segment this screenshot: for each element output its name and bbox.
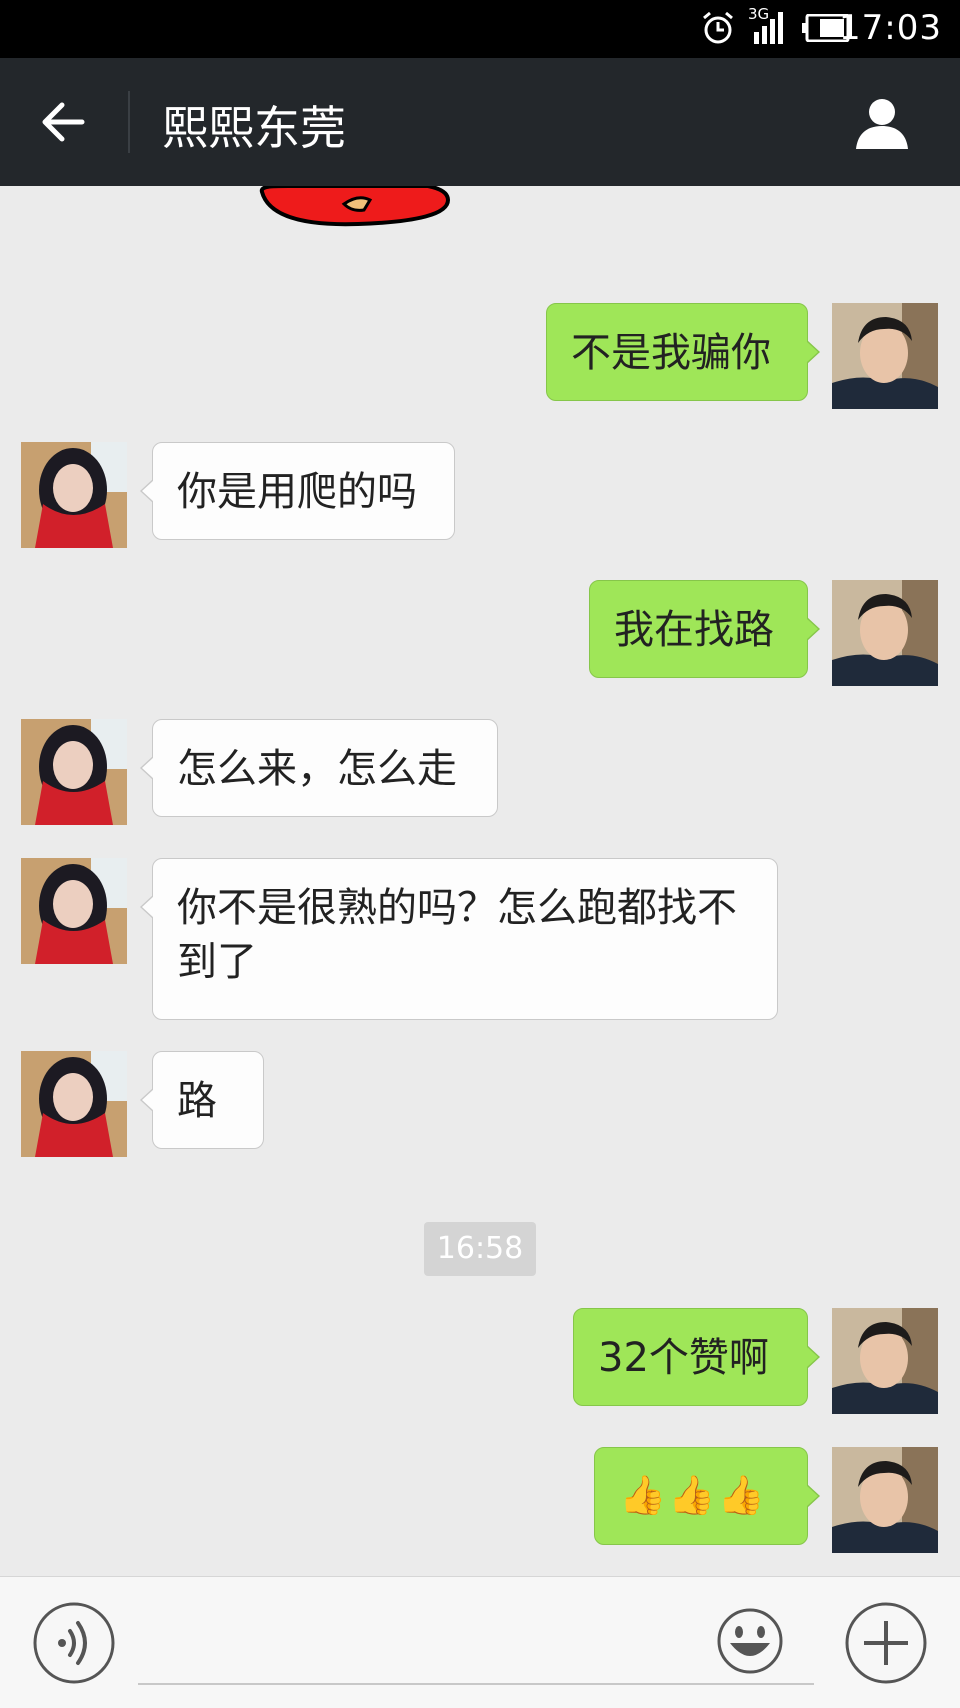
composer-bar (0, 1576, 960, 1708)
smiley-icon[interactable] (716, 1607, 784, 1675)
contact-avatar[interactable] (21, 719, 127, 825)
arrow-left-icon[interactable] (36, 95, 90, 149)
plus-icon[interactable] (844, 1601, 928, 1685)
my-avatar[interactable] (832, 303, 938, 409)
header-divider (128, 91, 130, 153)
contact-avatar[interactable] (21, 442, 127, 548)
message-list[interactable]: 不是我骗你 你是用爬的吗 我在找路 怎么来，怎么走 你不是很熟的吗？怎么跑都找不… (0, 186, 960, 1576)
input-underline (138, 1683, 814, 1685)
sticker-image (259, 186, 451, 227)
my-avatar[interactable] (832, 1447, 938, 1553)
my-avatar[interactable] (832, 1308, 938, 1414)
outgoing-message[interactable]: 不是我骗你 (546, 303, 820, 401)
incoming-message[interactable]: 路 (140, 1051, 264, 1149)
chat-header: 熙熙东莞 (0, 58, 960, 186)
contact-avatar[interactable] (21, 1051, 127, 1157)
status-time: 17:03 (839, 8, 942, 48)
incoming-message[interactable]: 怎么来，怎么走 (140, 719, 498, 817)
outgoing-message[interactable]: 32个赞啊 (573, 1308, 820, 1406)
message-input[interactable] (138, 1601, 702, 1683)
incoming-message[interactable]: 你不是很熟的吗？怎么跑都找不到了 (140, 858, 778, 1020)
person-icon[interactable] (852, 93, 912, 153)
alarm-icon (703, 11, 733, 44)
signal-icon (754, 12, 783, 44)
voice-icon[interactable] (32, 1601, 116, 1685)
timestamp-divider: 16:58 (424, 1222, 536, 1276)
status-bar: 3G 17:03 (0, 0, 960, 58)
outgoing-message[interactable]: 我在找路 (589, 580, 820, 678)
incoming-message[interactable]: 你是用爬的吗 (140, 442, 455, 540)
contact-avatar[interactable] (21, 858, 127, 964)
outgoing-message[interactable]: 👍👍👍 (594, 1447, 820, 1545)
chat-title: 熙熙东莞 (162, 101, 346, 155)
my-avatar[interactable] (832, 580, 938, 686)
